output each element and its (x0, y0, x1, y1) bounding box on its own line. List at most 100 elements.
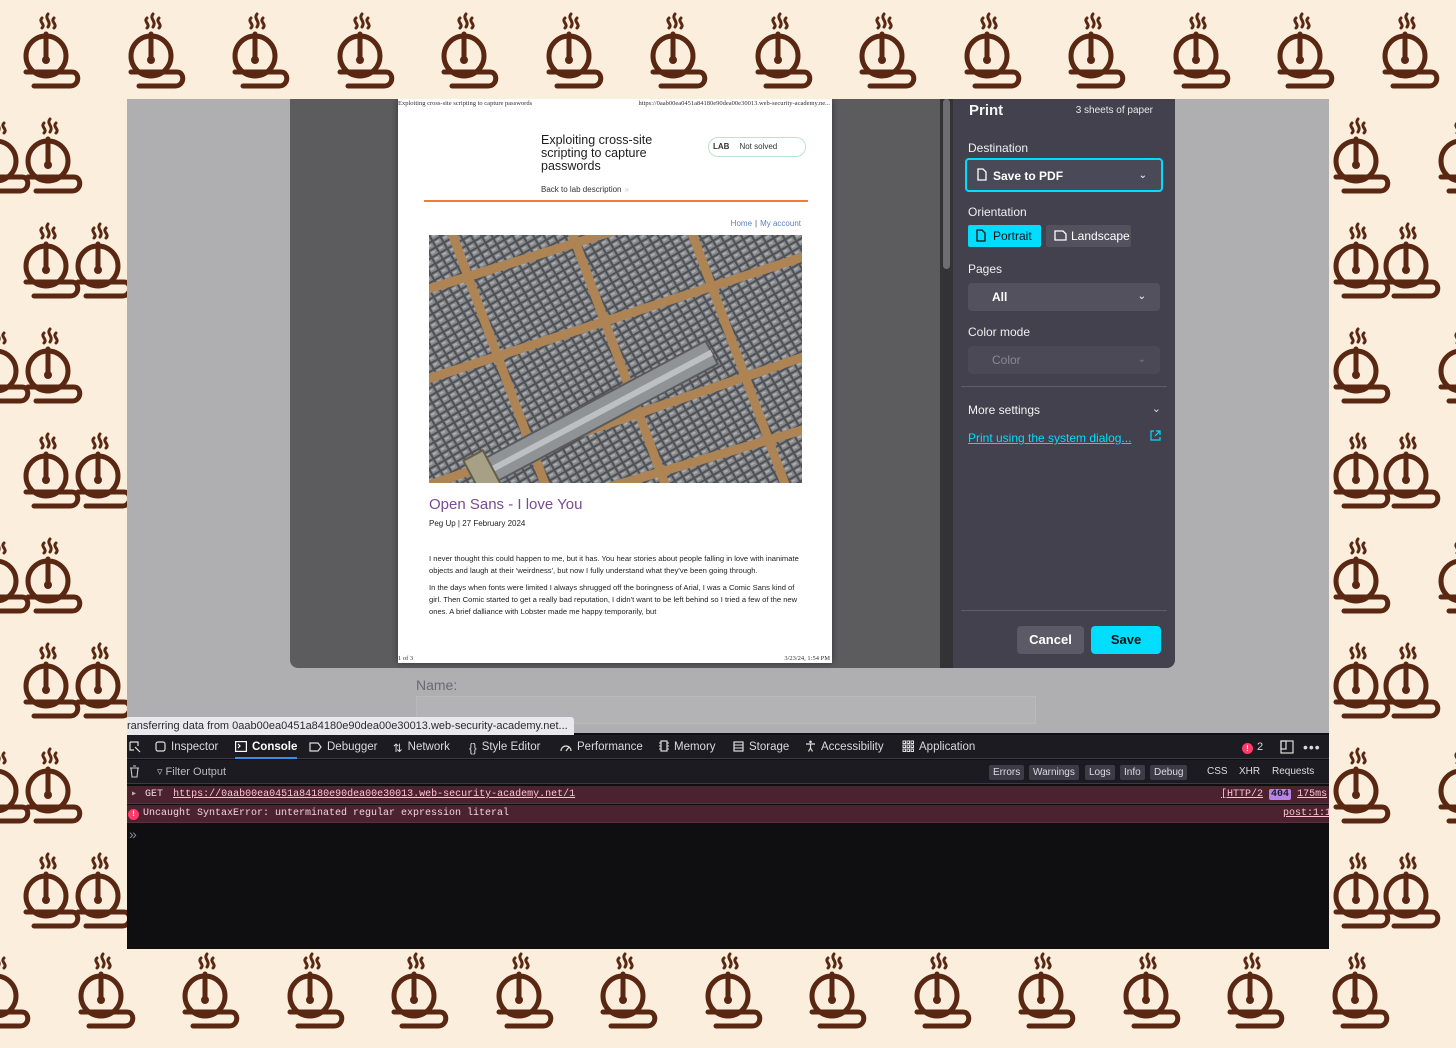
coffee-mug-icon (546, 12, 603, 89)
coffee-mug-icon (914, 952, 971, 1029)
devtools-toolbar: Inspector Console Debugger ⇅ Network {} St… (127, 735, 1329, 759)
filter-warnings-button[interactable]: Warnings (1029, 765, 1079, 780)
filter-errors-button[interactable]: Errors (989, 765, 1025, 780)
orientation-landscape-button[interactable]: Landscape (1046, 225, 1131, 247)
tab-debugger[interactable]: Debugger (309, 735, 378, 759)
storage-icon (733, 741, 744, 752)
filter-logs-button[interactable]: Logs (1085, 765, 1115, 780)
tab-storage[interactable]: Storage (733, 735, 789, 759)
system-dialog-link[interactable]: Print using the system dialog... (968, 431, 1131, 445)
coffee-mug-icon (1333, 222, 1391, 299)
coffee-mug-icon (809, 952, 867, 1029)
console-output (127, 824, 1329, 949)
request-protocol: [HTTP/2 (1221, 789, 1264, 800)
network-icon: ⇅ (393, 743, 403, 755)
filter-placeholder: Filter Output (165, 766, 227, 778)
console-error-log[interactable]: ! Uncaught SyntaxError: unterminated regu… (127, 805, 1329, 823)
landscape-label: Landscape (1071, 229, 1130, 243)
name-field-label: Name: (416, 677, 458, 693)
tab-network[interactable]: ⇅ Network (393, 735, 450, 759)
filter-css-button[interactable]: CSS (1207, 760, 1228, 784)
expand-chevron-icon: ▸ (131, 789, 138, 800)
preview-scrollbar-thumb[interactable] (943, 99, 950, 269)
more-settings-toggle[interactable]: More settings (968, 403, 1040, 417)
back-to-lab-link[interactable]: Back to lab description» (541, 185, 629, 194)
performance-icon (560, 745, 572, 752)
tab-performance[interactable]: Performance (560, 735, 643, 759)
destination-value: Save to PDF (993, 169, 1064, 183)
coffee-mug-icon (1123, 952, 1180, 1029)
tab-style-editor[interactable]: {} Style Editor (469, 735, 541, 759)
tab-accessibility[interactable]: Accessibility (805, 735, 884, 759)
orientation-portrait-button[interactable]: Portrait (968, 225, 1041, 247)
coffee-mug-icon (25, 747, 83, 824)
cancel-button[interactable]: Cancel (1017, 626, 1084, 654)
print-preview-area: Exploiting cross-site scripting to captu… (290, 99, 940, 668)
page-header-title: Exploiting cross-site scripting to captu… (398, 100, 533, 107)
filter-xhr-button[interactable]: XHR (1239, 760, 1260, 784)
coffee-mug-icon (1068, 12, 1126, 89)
tab-inspector[interactable]: Inspector (155, 735, 218, 759)
trash-icon[interactable] (129, 765, 140, 778)
pages-value: All (992, 290, 1008, 304)
nav-home-link[interactable]: Home (731, 219, 752, 228)
filter-requests-button[interactable]: Requests (1272, 760, 1314, 784)
save-button[interactable]: Save (1091, 626, 1161, 654)
console-icon (235, 741, 247, 752)
request-method: GET (145, 789, 164, 800)
destination-select[interactable]: Save to PDF ⌄ (965, 158, 1163, 192)
tab-application[interactable]: Application (902, 735, 975, 759)
coffee-mug-icon (75, 432, 133, 509)
application-icon (902, 740, 914, 752)
tab-memory-label: Memory (674, 741, 716, 753)
responsive-design-icon[interactable] (1280, 740, 1294, 754)
console-prompt[interactable]: » (129, 826, 137, 842)
coffee-mug-icon (75, 852, 133, 929)
error-counter[interactable]: ! 2 (1242, 735, 1263, 759)
filter-output-input[interactable]: ▿ Filter Output (157, 760, 226, 784)
pages-label: Pages (968, 262, 1003, 276)
pages-select[interactable]: All ⌄ (968, 283, 1160, 311)
error-source-link[interactable]: post:1:1 (1283, 805, 1329, 823)
lab-badge-label: LAB (713, 142, 730, 151)
request-time: 175ms (1297, 789, 1328, 800)
request-url[interactable]: https://0aab00ea0451a84180e90dea00e30013… (173, 789, 575, 800)
post-image-type-drawer (429, 235, 802, 483)
coffee-mug-icon (1173, 12, 1230, 89)
coffee-mug-icon (1277, 12, 1335, 89)
error-icon: ! (128, 809, 139, 820)
coffee-mug-icon (25, 327, 83, 404)
coffee-mug-icon (705, 952, 762, 1029)
coffee-mug-icon (1333, 642, 1391, 719)
tab-console[interactable]: Console (235, 735, 298, 759)
element-picker-icon[interactable] (129, 741, 141, 753)
post-meta: Peg Up | 27 February 2024 (429, 519, 526, 528)
console-network-log[interactable]: ▸ GET https://0aab00ea0451a84180e90dea00e… (127, 786, 1329, 804)
more-options-icon[interactable]: ••• (1303, 735, 1321, 759)
chevron-down-icon: ⌄ (1151, 403, 1161, 415)
coffee-mug-icon (964, 12, 1021, 89)
coffee-mug-icon (650, 12, 708, 89)
page-footer-date: 3/23/24, 1:54 PM (784, 655, 830, 662)
external-link-icon (1150, 430, 1161, 441)
coffee-mug-icon (1438, 541, 1456, 614)
lab-badge-status: Not solved (739, 142, 778, 151)
header-divider (424, 200, 808, 202)
print-title: Print (969, 102, 1004, 119)
error-count: 2 (1257, 741, 1264, 753)
nav-my-account-link[interactable]: My account (760, 219, 801, 228)
sheet-count: 3 sheets of paper (1075, 105, 1153, 116)
coffee-mug-icon (1438, 121, 1456, 194)
print-preview-page: Exploiting cross-site scripting to captu… (398, 99, 832, 663)
tab-storage-label: Storage (749, 741, 790, 753)
color-mode-select[interactable]: Color ⌄ (968, 346, 1160, 374)
coffee-mug-icon (1018, 952, 1076, 1029)
error-icon: ! (1242, 743, 1253, 754)
coffee-mug-icon (1333, 747, 1391, 824)
tab-accessibility-label: Accessibility (821, 741, 884, 753)
tab-memory[interactable]: Memory (659, 735, 716, 759)
coffee-mug-icon (0, 956, 31, 1029)
coffee-mug-icon (1227, 952, 1285, 1029)
filter-debug-button[interactable]: Debug (1150, 765, 1188, 780)
filter-info-button[interactable]: Info (1120, 765, 1145, 780)
